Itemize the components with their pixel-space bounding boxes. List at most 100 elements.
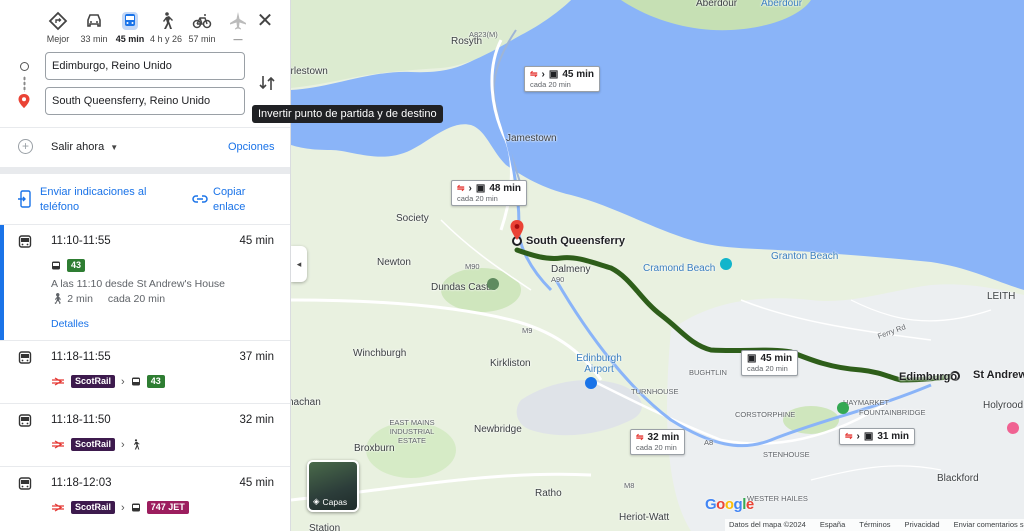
walk-icon: 🚶︎ bbox=[51, 293, 65, 305]
departure-detail: A las 11:10 desde St Andrew's House bbox=[51, 278, 226, 290]
airport-poi-icon[interactable] bbox=[585, 377, 597, 389]
label-station: Station bbox=[309, 523, 341, 531]
mode-bicycle-label: 57 min bbox=[188, 34, 216, 44]
route-time-box[interactable]: ⇋ › ▣ 45 min cada 20 min bbox=[524, 66, 601, 92]
mode-flight[interactable]: — bbox=[220, 8, 256, 44]
walk-icon bbox=[163, 12, 173, 29]
route-duration: 45 min bbox=[239, 477, 274, 489]
label-edimburgo: Edimburgo bbox=[899, 371, 958, 383]
bus-icon bbox=[18, 477, 32, 490]
add-stop-icon[interactable]: + bbox=[18, 139, 33, 154]
label-aberdour-water: Aberdour bbox=[761, 0, 803, 9]
layers-button[interactable]: ◈ Capas bbox=[307, 460, 359, 512]
origin-input[interactable]: Edimburgo, Reino Unido bbox=[45, 52, 245, 80]
depart-time-select[interactable]: Salir ahora ▼ bbox=[51, 141, 118, 153]
chevron-right-icon: › bbox=[856, 431, 860, 442]
label-leith: LEITH bbox=[987, 291, 1016, 302]
bus-icon bbox=[131, 377, 140, 385]
mode-car[interactable]: 33 min bbox=[76, 8, 112, 44]
motorway-m9 bbox=[291, 298, 603, 381]
route-time: 11:18-11:50 bbox=[51, 414, 111, 426]
rail-line-badge: ScotRail bbox=[71, 375, 116, 388]
layers-icon: ◈ bbox=[313, 496, 320, 506]
label-fountainbridge: FOUNTAINBRIDGE bbox=[859, 408, 926, 417]
depart-label: Salir ahora bbox=[51, 141, 105, 153]
label-haymarket: HAYMARKET bbox=[843, 398, 890, 407]
send-to-phone-link[interactable]: Enviar indicaciones al teléfono bbox=[40, 185, 160, 215]
label-m8: M8 bbox=[624, 481, 635, 490]
route-time-box[interactable]: ▣ 45 min cada 20 min bbox=[741, 350, 799, 376]
beach-poi-icon[interactable] bbox=[720, 258, 732, 270]
time-box-frequency: cada 20 min bbox=[636, 443, 677, 452]
label-edinburgh-airport: Edinburgh Airport bbox=[576, 353, 622, 375]
map-canvas[interactable]: Aberdour Aberdour Rosyth arlestown James… bbox=[291, 0, 1024, 531]
castle-poi-icon[interactable] bbox=[487, 278, 499, 290]
label-wester-hailes: WESTER HAILES bbox=[747, 494, 808, 503]
route-option-1[interactable]: 11:10-11:55 45 min 43 A las 11:10 desde … bbox=[0, 225, 290, 340]
details-link[interactable]: Detalles bbox=[51, 318, 89, 330]
mode-walk-label: 4 h y 26 bbox=[149, 34, 183, 44]
national-rail-icon bbox=[52, 503, 64, 512]
chevron-right-icon: › bbox=[121, 501, 125, 514]
feedback-link[interactable]: Enviar comentarios sobre el bbox=[954, 520, 1024, 530]
route-option-2[interactable]: 11:18-11:55 37 min ScotRail › 43 bbox=[0, 341, 290, 403]
mode-bicycle[interactable]: 57 min bbox=[184, 8, 220, 44]
label-granton-beach: Granton Beach bbox=[771, 251, 839, 262]
bicycle-icon bbox=[192, 14, 212, 29]
palace-poi-icon[interactable] bbox=[1007, 422, 1019, 434]
label-a90: A90 bbox=[551, 275, 565, 284]
copy-link-button[interactable]: Copiar enlace bbox=[213, 185, 273, 215]
transit-icon bbox=[122, 12, 138, 30]
mode-transit-label: 45 min bbox=[115, 34, 145, 44]
collapse-panel-button[interactable]: ◂ bbox=[291, 246, 307, 282]
depart-row: + Salir ahora ▼ Opciones bbox=[0, 136, 290, 158]
swap-icon[interactable] bbox=[256, 72, 278, 94]
options-link[interactable]: Opciones bbox=[228, 141, 274, 153]
label-dalmeny: Dalmeny bbox=[551, 264, 591, 275]
label-a823: A823(M) bbox=[469, 30, 498, 39]
label-east-mains: EAST MAINS INDUSTRIAL ESTATE bbox=[389, 418, 435, 445]
time-box-frequency: cada 20 min bbox=[747, 364, 788, 373]
frequency: cada 20 min bbox=[107, 293, 166, 305]
national-rail-icon: ⇋ bbox=[457, 183, 465, 193]
chevron-left-icon: ◂ bbox=[296, 259, 302, 269]
mode-best-label: Mejor bbox=[46, 34, 70, 44]
flight-icon bbox=[230, 12, 246, 30]
national-rail-icon bbox=[52, 377, 64, 386]
rail-line-badge: ScotRail bbox=[71, 501, 116, 514]
label-m90: M90 bbox=[465, 262, 480, 271]
bus-icon: ▣ bbox=[475, 183, 486, 194]
region-link[interactable]: España bbox=[820, 520, 845, 530]
mode-best[interactable]: Mejor bbox=[40, 8, 76, 44]
time-box-duration: 45 min bbox=[562, 69, 595, 80]
bus-icon: ▣ bbox=[863, 431, 874, 442]
route-time-box[interactable]: ⇋ › ▣ 31 min bbox=[839, 428, 916, 445]
walk-time: 2 min bbox=[67, 293, 93, 305]
route-dots-icon bbox=[23, 76, 26, 92]
close-icon: ✕ bbox=[256, 10, 274, 32]
route-steps: 43 bbox=[51, 259, 86, 272]
mode-transit[interactable]: 45 min bbox=[112, 8, 148, 44]
route-time-box[interactable]: ⇋ 32 min cada 20 min bbox=[630, 429, 686, 455]
privacy-link[interactable]: Privacidad bbox=[905, 520, 940, 530]
close-directions-button[interactable]: ✕ bbox=[254, 10, 276, 32]
route-duration: 37 min bbox=[239, 351, 274, 363]
time-box-duration: 32 min bbox=[647, 432, 680, 443]
chevron-right-icon: › bbox=[468, 183, 472, 194]
bus-icon bbox=[18, 351, 32, 364]
national-rail-icon: ⇋ bbox=[530, 69, 538, 79]
label-corstorphine: CORSTORPHINE bbox=[735, 410, 796, 419]
time-box-duration: 45 min bbox=[760, 353, 793, 364]
destination-pin-icon[interactable] bbox=[510, 220, 524, 240]
route-time-box[interactable]: ⇋ › ▣ 48 min cada 20 min bbox=[451, 180, 528, 206]
mode-flight-label: — bbox=[233, 34, 243, 44]
route-option-4[interactable]: 11:18-12:03 45 min ScotRail › 747 JET bbox=[0, 467, 290, 531]
park-poi-icon[interactable] bbox=[837, 402, 849, 414]
route-time: 11:18-12:03 bbox=[51, 477, 112, 489]
route-option-3[interactable]: 11:18-11:50 32 min ScotRail › bbox=[0, 404, 290, 466]
chevron-right-icon: › bbox=[541, 69, 545, 80]
terms-link[interactable]: Términos bbox=[859, 520, 890, 530]
destination-input[interactable]: South Queensferry, Reino Unido bbox=[45, 87, 245, 115]
destination-pin-icon bbox=[18, 94, 30, 108]
mode-walk[interactable]: 4 h y 26 bbox=[148, 8, 184, 44]
